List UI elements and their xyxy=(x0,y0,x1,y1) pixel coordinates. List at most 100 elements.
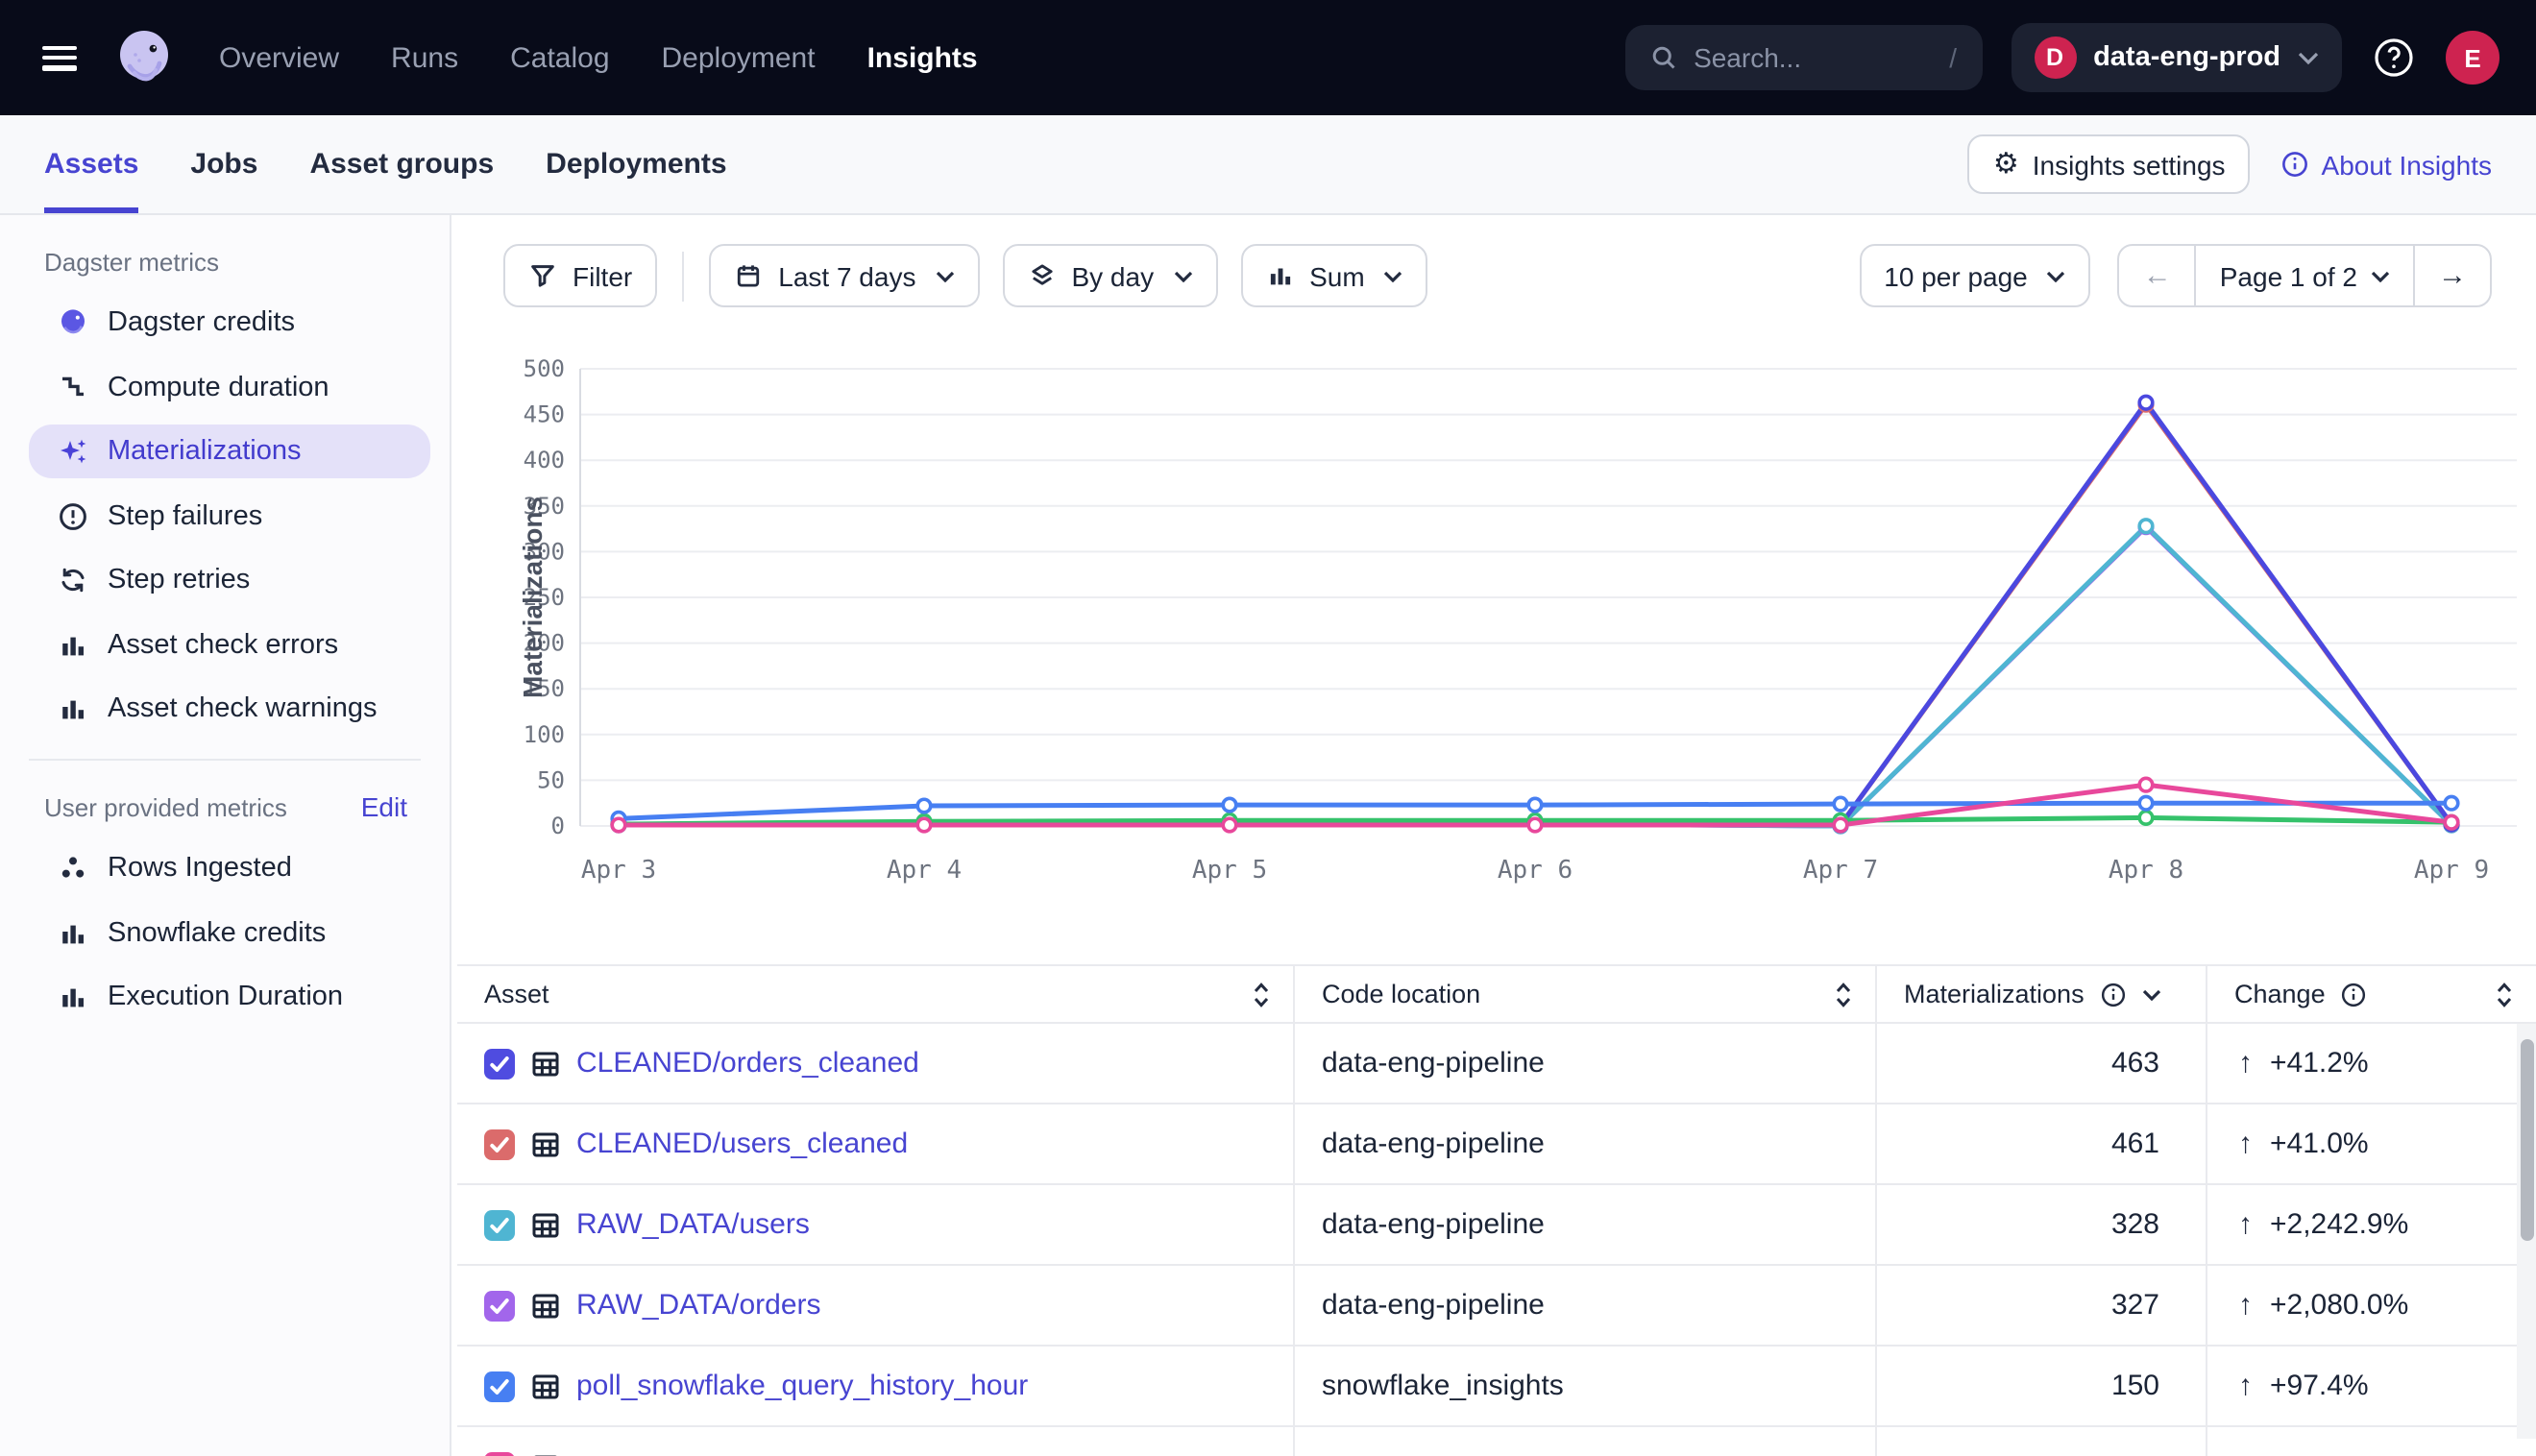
prev-page-button[interactable]: ← xyxy=(2120,246,2195,305)
asset-link[interactable]: RAW_DATA/orders xyxy=(576,1289,821,1322)
sidebar-item-label: Asset check errors xyxy=(108,629,338,660)
main-panel: Filter Last 7 days By day Sum xyxy=(451,215,2536,1456)
dagster-logo[interactable] xyxy=(111,25,177,90)
date-range-button[interactable]: Last 7 days xyxy=(709,244,979,307)
column-header-asset[interactable]: Asset xyxy=(457,966,1295,1022)
help-icon[interactable] xyxy=(2371,35,2417,81)
sort-desc-icon[interactable] xyxy=(2142,988,2161,1000)
asset-checkbox[interactable] xyxy=(484,1371,515,1401)
sidebar-item-snowflake-credits[interactable]: Snowflake credits xyxy=(29,906,430,959)
trend-up-icon: ↑ xyxy=(2238,1047,2253,1080)
sort-icon[interactable] xyxy=(2496,981,2513,1007)
materializations-line-chart: 050100150200250300350400450500Apr 3Apr 4… xyxy=(519,355,2536,916)
chevron-down-icon xyxy=(1384,270,1403,281)
materializations-value xyxy=(1877,1427,2207,1456)
sidebar-item-compute-duration[interactable]: Compute duration xyxy=(29,360,430,414)
sidebar-item-asset-check-errors[interactable]: Asset check errors xyxy=(29,618,430,671)
info-icon[interactable] xyxy=(2100,981,2127,1007)
nav-item-deployment[interactable]: Deployment xyxy=(662,41,816,74)
nav-item-overview[interactable]: Overview xyxy=(219,41,339,74)
about-insights-link[interactable]: About Insights xyxy=(2281,149,2492,180)
asset-link[interactable]: CLEANED/users_cleaned xyxy=(576,1128,908,1160)
svg-text:500: 500 xyxy=(524,355,565,382)
user-metrics-section-title: User provided metrics Edit xyxy=(0,791,450,841)
sidebar-item-step-retries[interactable]: Step retries xyxy=(29,553,430,607)
per-page-button[interactable]: 10 per page xyxy=(1859,244,2090,307)
materializations-value: 327 xyxy=(1877,1266,2207,1345)
svg-text:Apr 9: Apr 9 xyxy=(2414,856,2489,885)
alert-icon xyxy=(58,500,88,531)
assets-table: Asset Code location Materializations Cha… xyxy=(457,964,2536,1456)
asset-link[interactable]: RAW_DATA/users xyxy=(576,1208,810,1241)
deployment-name: data-eng-prod xyxy=(2093,42,2280,73)
user-avatar[interactable]: E xyxy=(2446,31,2499,85)
nav-item-catalog[interactable]: Catalog xyxy=(510,41,609,74)
column-header-change[interactable]: Change xyxy=(2207,966,2536,1022)
tab-assets[interactable]: Assets xyxy=(44,115,138,213)
svg-text:Apr 4: Apr 4 xyxy=(887,856,962,885)
asset-link[interactable]: poll_snowflake_query_history_hour xyxy=(576,1370,1028,1402)
bar-chart-icon xyxy=(1265,261,1294,290)
top-navbar: Overview Runs Catalog Deployment Insights Se… xyxy=(0,0,2536,115)
controls-divider xyxy=(682,251,684,301)
tabs: Assets Jobs Asset groups Deployments xyxy=(44,115,727,213)
trend-up-icon: ↑ xyxy=(2238,1289,2253,1322)
code-location-cell: data-eng-pipeline xyxy=(1295,1104,1877,1183)
edit-metrics-link[interactable]: Edit xyxy=(361,791,407,822)
chevron-down-icon xyxy=(1173,270,1192,281)
sidebar-item-label: Snowflake credits xyxy=(108,917,326,948)
deployment-badge: D xyxy=(2034,36,2076,79)
table-row: poll_snowflake_query_history_hoursnowfla… xyxy=(457,1347,2536,1427)
sidebar-item-asset-check-warnings[interactable]: Asset check warnings xyxy=(29,682,430,736)
menu-icon[interactable] xyxy=(42,45,77,70)
svg-text:Apr 7: Apr 7 xyxy=(1803,856,1878,885)
sidebar-divider xyxy=(29,759,421,761)
sidebar-item-label: Asset check warnings xyxy=(108,693,377,724)
asset-checkbox[interactable] xyxy=(484,1128,515,1159)
filter-button[interactable]: Filter xyxy=(503,244,657,307)
sidebar-item-rows-ingested[interactable]: Rows Ingested xyxy=(29,841,430,895)
svg-text:Materializations: Materializations xyxy=(519,497,548,698)
asset-checkbox[interactable] xyxy=(484,1209,515,1240)
granularity-button[interactable]: By day xyxy=(1002,244,1217,307)
sidebar-item-label: Step retries xyxy=(108,565,250,595)
column-header-code-location[interactable]: Code location xyxy=(1295,966,1877,1022)
search-input[interactable]: Search... / xyxy=(1624,25,1982,90)
info-icon[interactable] xyxy=(2341,981,2368,1007)
next-page-button[interactable]: → xyxy=(2413,246,2490,305)
tab-asset-groups[interactable]: Asset groups xyxy=(309,115,494,213)
insights-settings-button[interactable]: ⚙ Insights settings xyxy=(1968,134,2251,194)
sidebar-item-step-failures[interactable]: Step failures xyxy=(29,489,430,543)
asset-link[interactable]: CLEANED/orders_cleaned xyxy=(576,1047,919,1080)
scrollbar-thumb[interactable] xyxy=(2520,1039,2533,1241)
svg-text:400: 400 xyxy=(524,447,565,473)
page-select[interactable]: Page 1 of 2 xyxy=(2195,246,2413,305)
table-row: RAW_DATA/usersdata-eng-pipeline328↑+2,24… xyxy=(457,1185,2536,1266)
materializations-value: 150 xyxy=(1877,1347,2207,1425)
sidebar-item-label: Execution Duration xyxy=(108,982,343,1012)
sidebar-item-materializations[interactable]: Materializations xyxy=(29,425,430,478)
sort-icon[interactable] xyxy=(1835,981,1852,1007)
asset-checkbox[interactable] xyxy=(484,1290,515,1321)
chevron-down-icon xyxy=(2047,270,2066,281)
nav-item-insights[interactable]: Insights xyxy=(867,41,978,74)
chart-controls: Filter Last 7 days By day Sum xyxy=(503,244,2492,307)
column-header-materializations[interactable]: Materializations xyxy=(1877,966,2207,1022)
table-asset-icon xyxy=(530,1290,561,1321)
sidebar-item-execution-duration[interactable]: Execution Duration xyxy=(29,970,430,1024)
nav-item-runs[interactable]: Runs xyxy=(391,41,458,74)
sidebar-item-label: Dagster credits xyxy=(108,307,295,338)
tab-jobs[interactable]: Jobs xyxy=(190,115,257,213)
layers-icon xyxy=(1027,261,1056,290)
tab-deployments[interactable]: Deployments xyxy=(546,115,726,213)
sidebar-item-dagster-credits[interactable]: Dagster credits xyxy=(29,296,430,350)
aggregation-button[interactable]: Sum xyxy=(1240,244,1428,307)
table-scrollbar xyxy=(2517,1024,2536,1439)
table-asset-icon xyxy=(530,1209,561,1240)
bars-icon xyxy=(58,982,88,1012)
asset-checkbox[interactable] xyxy=(484,1048,515,1079)
sidebar-item-label: Materializations xyxy=(108,436,302,467)
sort-icon[interactable] xyxy=(1253,981,1270,1007)
deployment-switcher[interactable]: D data-eng-prod xyxy=(2011,23,2342,92)
asset-checkbox[interactable] xyxy=(484,1451,515,1456)
